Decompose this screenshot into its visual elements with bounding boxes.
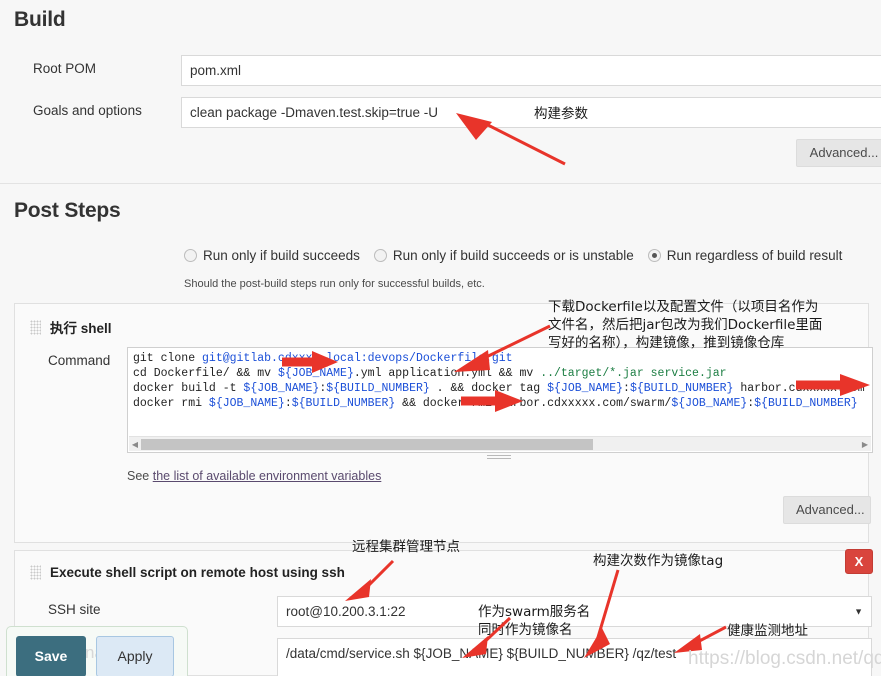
- scroll-thumb[interactable]: [141, 438, 593, 450]
- post-steps-heading: Post Steps: [14, 199, 121, 222]
- ssh-site-selected-value: root@10.200.3.1:22: [286, 604, 406, 619]
- build-advanced-button[interactable]: Advanced...: [796, 139, 881, 167]
- arrow-inline-harbor-right: [796, 374, 870, 396]
- radio-run-if-succeeds[interactable]: [184, 249, 197, 262]
- arrow-to-shell-command: [454, 324, 551, 372]
- execute-shell-panel-header: 执行 shell: [30, 317, 112, 337]
- annotation-remote-node: 远程集群管理节点: [352, 539, 460, 555]
- textarea-resize-grip[interactable]: [487, 455, 511, 460]
- arrow-to-ssh-panel-title: [345, 559, 395, 601]
- radio-label-run-if-succeeds-or-unstable: Run only if build succeeds or is unstabl…: [392, 248, 634, 263]
- post-steps-hint: Should the post-build steps run only for…: [184, 278, 485, 290]
- post-steps-radio-group: Run only if build succeeds Run only if b…: [184, 248, 856, 263]
- scroll-right-icon[interactable]: ▶: [859, 440, 871, 449]
- radio-run-if-succeeds-or-unstable[interactable]: [373, 249, 387, 262]
- apply-button[interactable]: Apply: [96, 636, 174, 676]
- build-section-heading: Build: [14, 8, 66, 31]
- env-variables-help: See the list of available environment va…: [127, 469, 381, 483]
- radio-run-regardless[interactable]: [647, 249, 661, 262]
- ssh-site-label: SSH site: [48, 602, 101, 617]
- arrow-to-health-path: [674, 625, 727, 653]
- env-variables-link[interactable]: the list of available environment variab…: [153, 469, 382, 483]
- save-button[interactable]: Save: [16, 636, 86, 676]
- drag-handle-icon[interactable]: [30, 319, 41, 335]
- annotation-health-check: 健康监测地址: [727, 623, 808, 639]
- chevron-down-icon: ▼: [854, 606, 863, 616]
- jenkins-job-config-page: Build Root POM pom.xml Goals and options…: [0, 0, 881, 676]
- radio-label-run-regardless: Run regardless of build result: [666, 248, 843, 263]
- arrow-inline-harbor-swarm: [461, 390, 523, 412]
- radio-label-run-if-succeeds: Run only if build succeeds: [203, 248, 360, 263]
- execute-shell-title: 执行 shell: [50, 321, 112, 336]
- scroll-left-icon[interactable]: ◀: [129, 440, 141, 449]
- annotation-dockerfile-note: 下载Dockerfile以及配置文件（以项目名作为 文件名，然后把jar包改为我…: [548, 299, 823, 351]
- ssh-panel-title: Execute shell script on remote host usin…: [50, 565, 345, 580]
- root-pom-label: Root POM: [33, 61, 97, 76]
- env-variables-prefix: See: [127, 469, 153, 483]
- shell-advanced-button[interactable]: Advanced...: [783, 496, 871, 524]
- arrow-to-goals-input: [456, 113, 566, 166]
- ssh-panel-close-button[interactable]: X: [845, 549, 873, 574]
- arrow-to-build-number: [584, 569, 620, 658]
- ssh-panel-header: Execute shell script on remote host usin…: [30, 565, 345, 580]
- build-section-divider: [0, 183, 881, 184]
- shell-command-hscrollbar[interactable]: ◀ ▶: [129, 436, 871, 451]
- arrow-inline-gitlab: [282, 351, 338, 373]
- goals-and-options-label: Goals and options: [33, 103, 142, 118]
- root-pom-input[interactable]: pom.xml: [181, 55, 881, 86]
- drag-handle-icon[interactable]: [30, 565, 41, 580]
- arrow-to-job-name: [462, 616, 512, 658]
- shell-command-label: Command: [48, 353, 111, 368]
